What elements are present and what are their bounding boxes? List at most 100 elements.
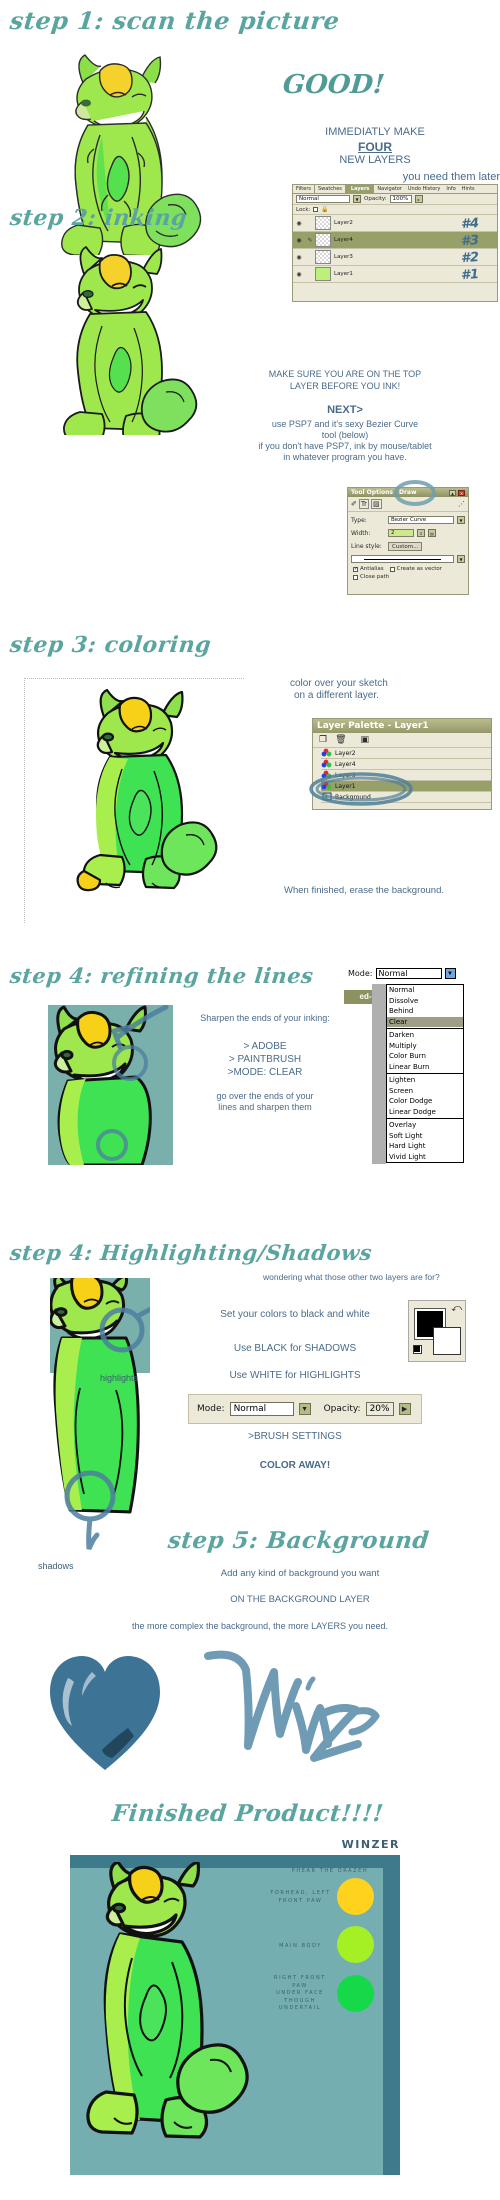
- final-swatch-label-2: MAIN BODY: [279, 1943, 322, 1949]
- heart-logo: [50, 1656, 160, 1770]
- eye-icon[interactable]: ◉: [293, 271, 305, 278]
- line-preview[interactable]: [351, 555, 454, 563]
- blend-mode-select[interactable]: Normal: [296, 195, 350, 203]
- lock-transparency-icon[interactable]: [313, 207, 319, 212]
- node-tool-icon[interactable]: ▨: [371, 499, 382, 509]
- blend-mode-item[interactable]: Darken: [387, 1030, 463, 1041]
- foreground-background-color-widget[interactable]: ⤺: [408, 1300, 466, 1362]
- eye-icon[interactable]: ◉: [293, 220, 305, 227]
- step1-instruction-line1: IMMEDIATLY MAKE: [325, 126, 425, 138]
- panel-tab-navigator[interactable]: Navigator: [374, 185, 404, 193]
- scrollbar-track[interactable]: [372, 984, 386, 1164]
- custom-button[interactable]: Custom...: [388, 542, 423, 551]
- panel-tab-undo-history[interactable]: Undo History: [405, 185, 443, 193]
- blend-mode-item[interactable]: Dissolve: [387, 996, 463, 1007]
- panel-tab-hints[interactable]: Hints: [459, 185, 478, 193]
- brush-mode-opacity-bar[interactable]: Mode: Normal ▼ Opacity: 20% ▶: [188, 1394, 422, 1424]
- background-color-swatch[interactable]: [433, 1327, 461, 1355]
- draw-tab-highlight-circle: [394, 480, 436, 506]
- step5-note-add-background: Add any kind of background you want: [220, 1568, 380, 1579]
- layer-row[interactable]: ◉ Layer3 #2: [293, 249, 497, 266]
- step1-good-text: GOOD!: [281, 70, 386, 100]
- blend-mode-list[interactable]: Normal Dissolve Behind Clear Darken Mult…: [386, 984, 464, 1163]
- pencil-tool-icon[interactable]: ✐: [351, 500, 357, 508]
- default-colors-icon[interactable]: [413, 1345, 422, 1354]
- step4a-note-go-over-2: lines and sharpen them: [218, 1102, 312, 1112]
- opacity-stepper-icon[interactable]: ▶: [398, 1403, 411, 1415]
- blend-mode-item[interactable]: Soft Light: [387, 1131, 463, 1142]
- minimize-icon[interactable]: ▲: [449, 489, 456, 496]
- blend-mode-item[interactable]: Normal: [387, 985, 463, 996]
- opacity-value[interactable]: 100%: [389, 195, 412, 203]
- layer-annotation: #1: [460, 266, 480, 283]
- chevron-down-icon[interactable]: ▼: [444, 968, 456, 979]
- create-as-vector-checkbox[interactable]: Create as vector: [389, 566, 442, 572]
- winzer-signature: [204, 1650, 380, 1762]
- blend-mode-item[interactable]: Linear Burn: [387, 1062, 463, 1073]
- blend-mode-item[interactable]: Overlay: [387, 1120, 463, 1131]
- width-input[interactable]: 2: [388, 529, 414, 537]
- close-icon[interactable]: ✕: [458, 489, 465, 496]
- panel-tab-swatches[interactable]: Swatches: [315, 185, 346, 193]
- chevron-down-icon[interactable]: ▼: [457, 516, 465, 524]
- panel-tab-filters[interactable]: Filters: [293, 185, 315, 193]
- layer-annotation: #2: [460, 249, 480, 266]
- close-path-checkbox[interactable]: Close path: [353, 574, 389, 580]
- mode-select[interactable]: Normal: [375, 968, 442, 979]
- text-tool-icon[interactable]: Tr: [358, 499, 369, 509]
- blend-mode-item[interactable]: Behind: [387, 1006, 463, 1017]
- blend-mode-item[interactable]: Color Burn: [387, 1051, 463, 1062]
- blend-mode-item[interactable]: Linear Dodge: [387, 1107, 463, 1118]
- psp-layers-panel[interactable]: Filters Swatches Layers Navigator Undo H…: [292, 184, 498, 302]
- layers-list[interactable]: ◉ Layer2 #4 ◉ ✎ Layer4 #3 ◉ Layer3 #2 ◉ …: [293, 215, 497, 285]
- final-header-label: PHEAR THE ORAZEH: [291, 1868, 369, 1874]
- blend-mode-item[interactable]: Hard Light: [387, 1141, 463, 1152]
- blend-mode-item[interactable]: Multiply: [387, 1041, 463, 1052]
- blend-mode-item[interactable]: Vivid Light: [387, 1152, 463, 1163]
- panel-tab-info[interactable]: Info: [443, 185, 458, 193]
- layer-row[interactable]: ◉ Layer1 #1: [293, 266, 497, 283]
- label-shadows: shadows: [38, 1561, 74, 1571]
- delete-layer-icon[interactable]: 🗑: [335, 735, 346, 745]
- blend-mode-item[interactable]: Lighten: [387, 1075, 463, 1086]
- eye-icon[interactable]: ◉: [293, 254, 305, 261]
- list-item[interactable]: Layer2: [321, 748, 491, 759]
- panel-tab-layers[interactable]: Layers: [345, 185, 375, 193]
- type-select[interactable]: Bezier Curve: [388, 516, 454, 524]
- step4b-note-brush-settings: >BRUSH SETTINGS: [248, 1431, 342, 1442]
- pen-icon[interactable]: ✎: [305, 237, 315, 244]
- step2-note-before-ink: LAYER BEFORE YOU INK!: [289, 381, 401, 391]
- eye-icon[interactable]: ◉: [293, 237, 305, 244]
- layer-row[interactable]: ◉ Layer2 #4: [293, 215, 497, 232]
- layer-name: Layer3: [334, 254, 353, 260]
- step3-artwork: [76, 688, 218, 892]
- width-slider-icon[interactable]: ▤: [428, 529, 436, 537]
- opacity-label: Opacity:: [323, 1404, 361, 1414]
- new-layer-icon[interactable]: ❐: [319, 735, 327, 745]
- opacity-value[interactable]: 20%: [365, 1402, 394, 1416]
- layer-properties-icon[interactable]: ▣: [361, 735, 370, 745]
- mode-dropdown-container[interactable]: Mode: Normal ▼ ed-1 Normal Dissolve Behi…: [344, 968, 498, 1168]
- mode-label: Mode:: [197, 1404, 225, 1414]
- lock-icon[interactable]: 🔒: [321, 206, 328, 213]
- step2-note-top-layer: MAKE SURE YOU ARE ON THE TOP: [268, 369, 422, 379]
- opacity-stepper-icon[interactable]: ▸: [414, 195, 423, 203]
- layer-row[interactable]: ◉ ✎ Layer4 #3: [293, 232, 497, 249]
- chevron-down-icon[interactable]: ▼: [457, 555, 465, 563]
- swap-colors-icon[interactable]: ⤺: [451, 1303, 462, 1314]
- step4a-note-adobe: > ADOBE: [243, 1041, 287, 1052]
- width-stepper-icon[interactable]: ⇕: [417, 529, 425, 537]
- mode-select[interactable]: Normal: [229, 1402, 294, 1416]
- chevron-down-icon[interactable]: ▼: [353, 195, 361, 203]
- blend-mode-item-selected[interactable]: Clear: [387, 1016, 463, 1027]
- blend-mode-item[interactable]: Screen: [387, 1086, 463, 1097]
- blend-mode-item[interactable]: Color Dodge: [387, 1096, 463, 1107]
- step2-artwork: [63, 246, 198, 435]
- chevron-down-icon[interactable]: ▼: [298, 1403, 311, 1415]
- more-options-icon[interactable]: ⋰: [458, 500, 465, 508]
- step4b-title: step 4: Highlighting/Shadows: [8, 1240, 374, 1265]
- layer-name: Layer2: [335, 749, 356, 757]
- final-watermark: WINZER: [341, 1838, 400, 1851]
- finished-product-title: Finished Product!!!!: [110, 1800, 385, 1827]
- antialias-checkbox[interactable]: Antialias: [353, 566, 384, 572]
